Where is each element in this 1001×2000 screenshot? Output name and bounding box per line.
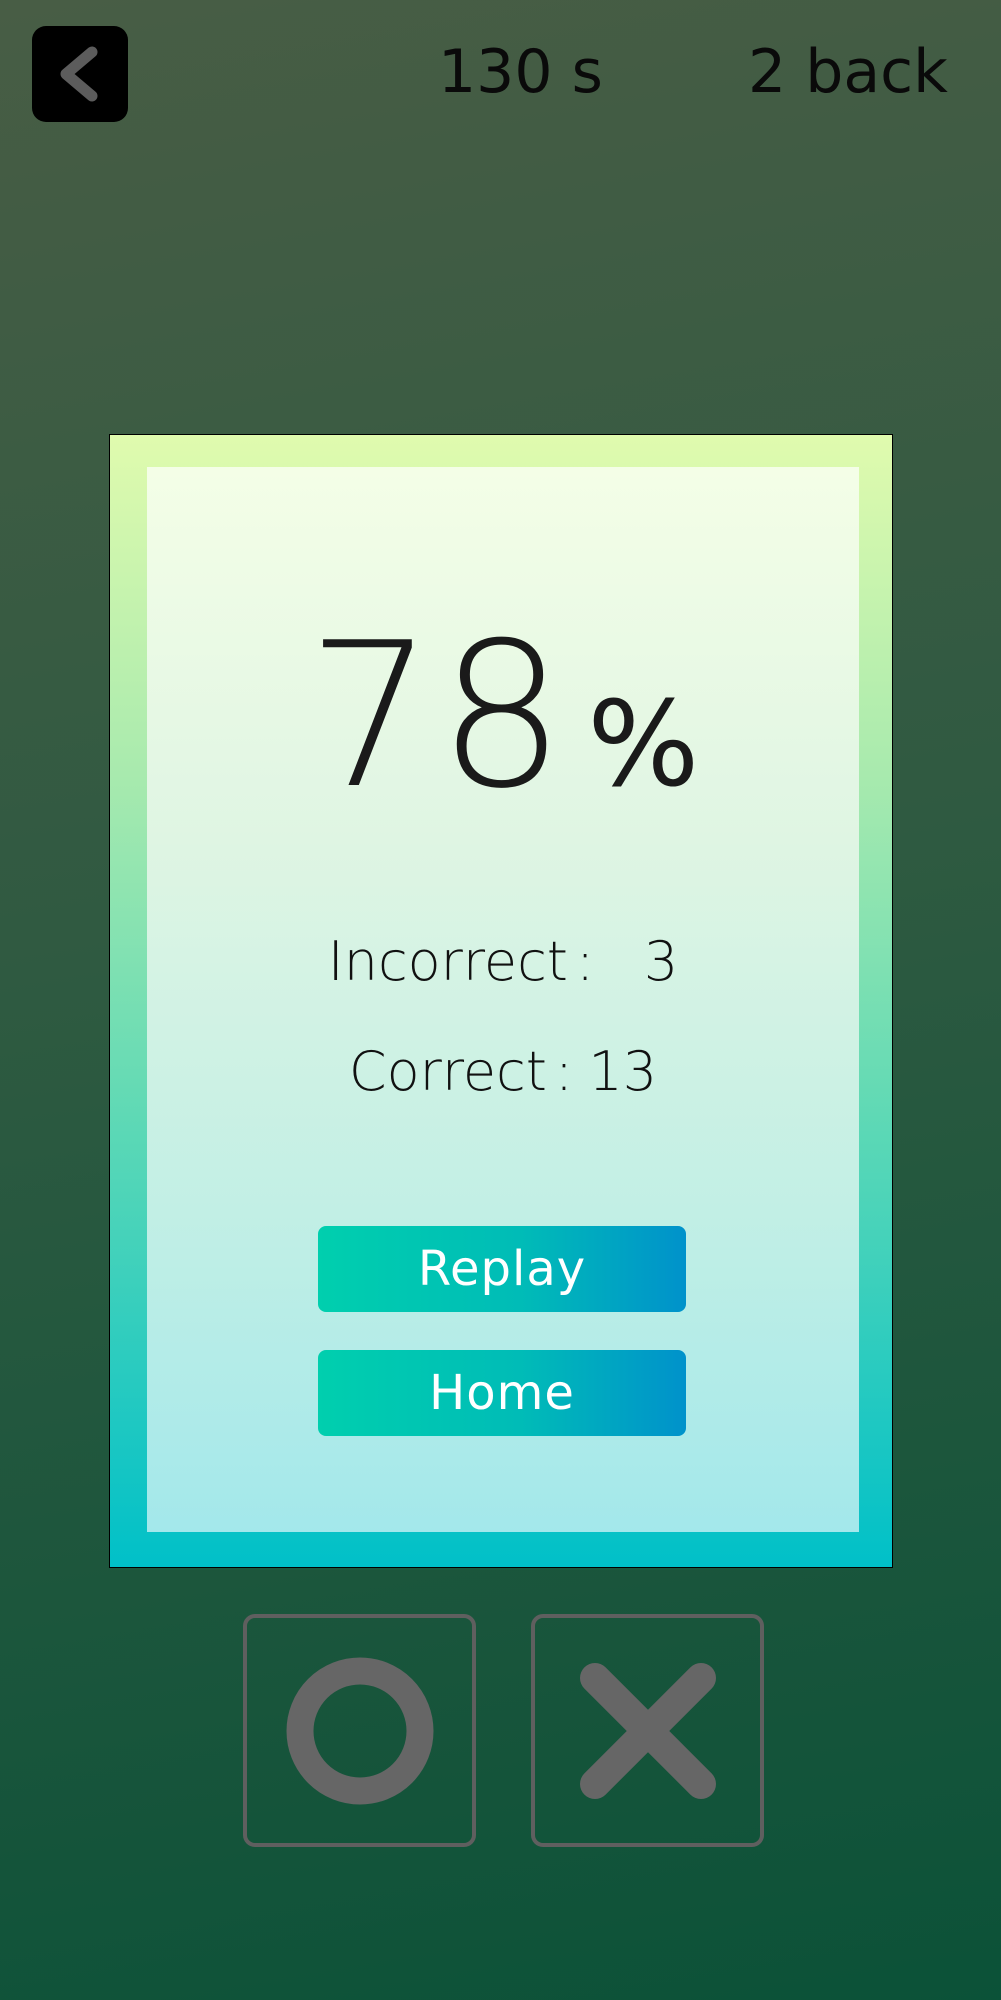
- match-button[interactable]: [243, 1614, 476, 1847]
- incorrect-value: 3: [643, 930, 679, 993]
- correct-value: 13: [588, 1040, 658, 1103]
- no-match-button[interactable]: [531, 1614, 764, 1847]
- correct-stat: Correct:13: [147, 1045, 859, 1099]
- correct-label: Correct: [348, 1040, 547, 1103]
- score-unit: %: [587, 675, 700, 813]
- back-button[interactable]: [32, 26, 128, 122]
- results-card-body: 78% Incorrect:3 Correct:13 Replay Home: [147, 467, 859, 1532]
- score-display: 78%: [147, 617, 859, 817]
- replay-button[interactable]: Replay: [318, 1226, 686, 1312]
- incorrect-label: Incorrect: [327, 930, 568, 993]
- score-value: 78: [306, 600, 570, 833]
- results-card: 78% Incorrect:3 Correct:13 Replay Home: [109, 434, 893, 1568]
- cross-icon: [579, 1662, 716, 1799]
- home-button[interactable]: Home: [318, 1350, 686, 1436]
- chevron-left-icon: [60, 46, 98, 102]
- correct-separator: :: [554, 1040, 574, 1103]
- incorrect-stat: Incorrect:3: [147, 935, 859, 989]
- n-back-level: 2 back: [748, 37, 948, 107]
- circle-icon: [286, 1657, 433, 1804]
- incorrect-separator: :: [575, 930, 595, 993]
- timer-display: 130 s: [438, 37, 603, 107]
